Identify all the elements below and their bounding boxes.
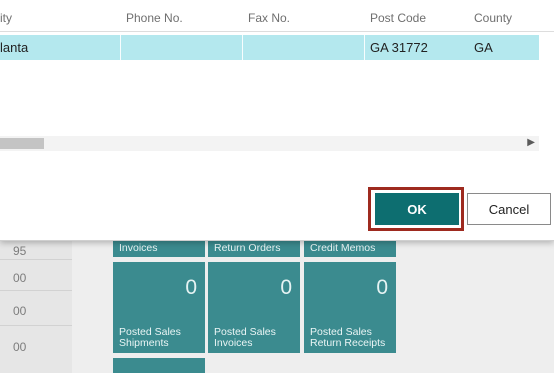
cell-county: GA <box>474 40 493 55</box>
column-separator <box>364 35 365 60</box>
triangle-right-icon[interactable]: ▶ <box>527 137 535 148</box>
tile-count: 0 <box>376 276 388 299</box>
tile-label: Posted Sales Return Receipts <box>310 326 386 349</box>
divider <box>0 325 72 326</box>
divider <box>0 259 72 260</box>
scrollbar-thumb[interactable] <box>0 138 44 149</box>
left-value: 00 <box>13 304 27 318</box>
tile-count: 0 <box>185 276 197 299</box>
ok-button[interactable]: OK <box>375 193 459 225</box>
left-value: 00 <box>13 271 27 285</box>
column-header-city[interactable]: ity <box>0 11 12 25</box>
left-value: 95 <box>13 244 27 258</box>
cell-post-code: GA 31772 <box>370 40 428 55</box>
tile-credit-memos[interactable]: Credit Memos <box>304 240 396 257</box>
column-separator <box>242 35 243 60</box>
cell-city: lanta <box>0 40 29 55</box>
tile-label: Posted Sales Invoices <box>214 326 276 349</box>
column-header-phone[interactable]: Phone No. <box>126 11 183 25</box>
tile-label: Credit Memos <box>310 242 376 254</box>
divider <box>0 31 554 32</box>
tile-label: Invoices <box>119 242 158 254</box>
tile-posted-sales-return-receipts[interactable]: 0 Posted Sales Return Receipts <box>304 262 396 353</box>
tile-posted-sales-shipments[interactable]: 0 Posted Sales Shipments <box>113 262 205 353</box>
cancel-button[interactable]: Cancel <box>467 193 551 225</box>
tile-label: Posted Sales Shipments <box>119 326 181 349</box>
tile-posted-sales-invoices[interactable]: 0 Posted Sales Invoices <box>208 262 300 353</box>
tile-return-orders[interactable]: Return Orders <box>208 240 300 257</box>
lookup-dialog: ity Phone No. Fax No. Post Code County l… <box>0 0 554 241</box>
left-value-column: 95 00 00 00 <box>0 240 72 373</box>
left-value: 00 <box>13 340 27 354</box>
tile-invoices[interactable]: Invoices <box>113 240 205 257</box>
horizontal-scrollbar[interactable]: ▶ <box>0 136 539 151</box>
table-row-selected[interactable]: lanta GA 31772 GA <box>0 35 539 60</box>
column-separator <box>120 35 121 60</box>
column-header-county[interactable]: County <box>474 11 512 25</box>
tile-count: 0 <box>280 276 292 299</box>
divider <box>0 290 72 291</box>
tile-label: Return Orders <box>214 242 281 254</box>
tile-partial[interactable] <box>113 358 205 373</box>
column-header-post-code[interactable]: Post Code <box>370 11 426 25</box>
column-header-fax[interactable]: Fax No. <box>248 11 290 25</box>
